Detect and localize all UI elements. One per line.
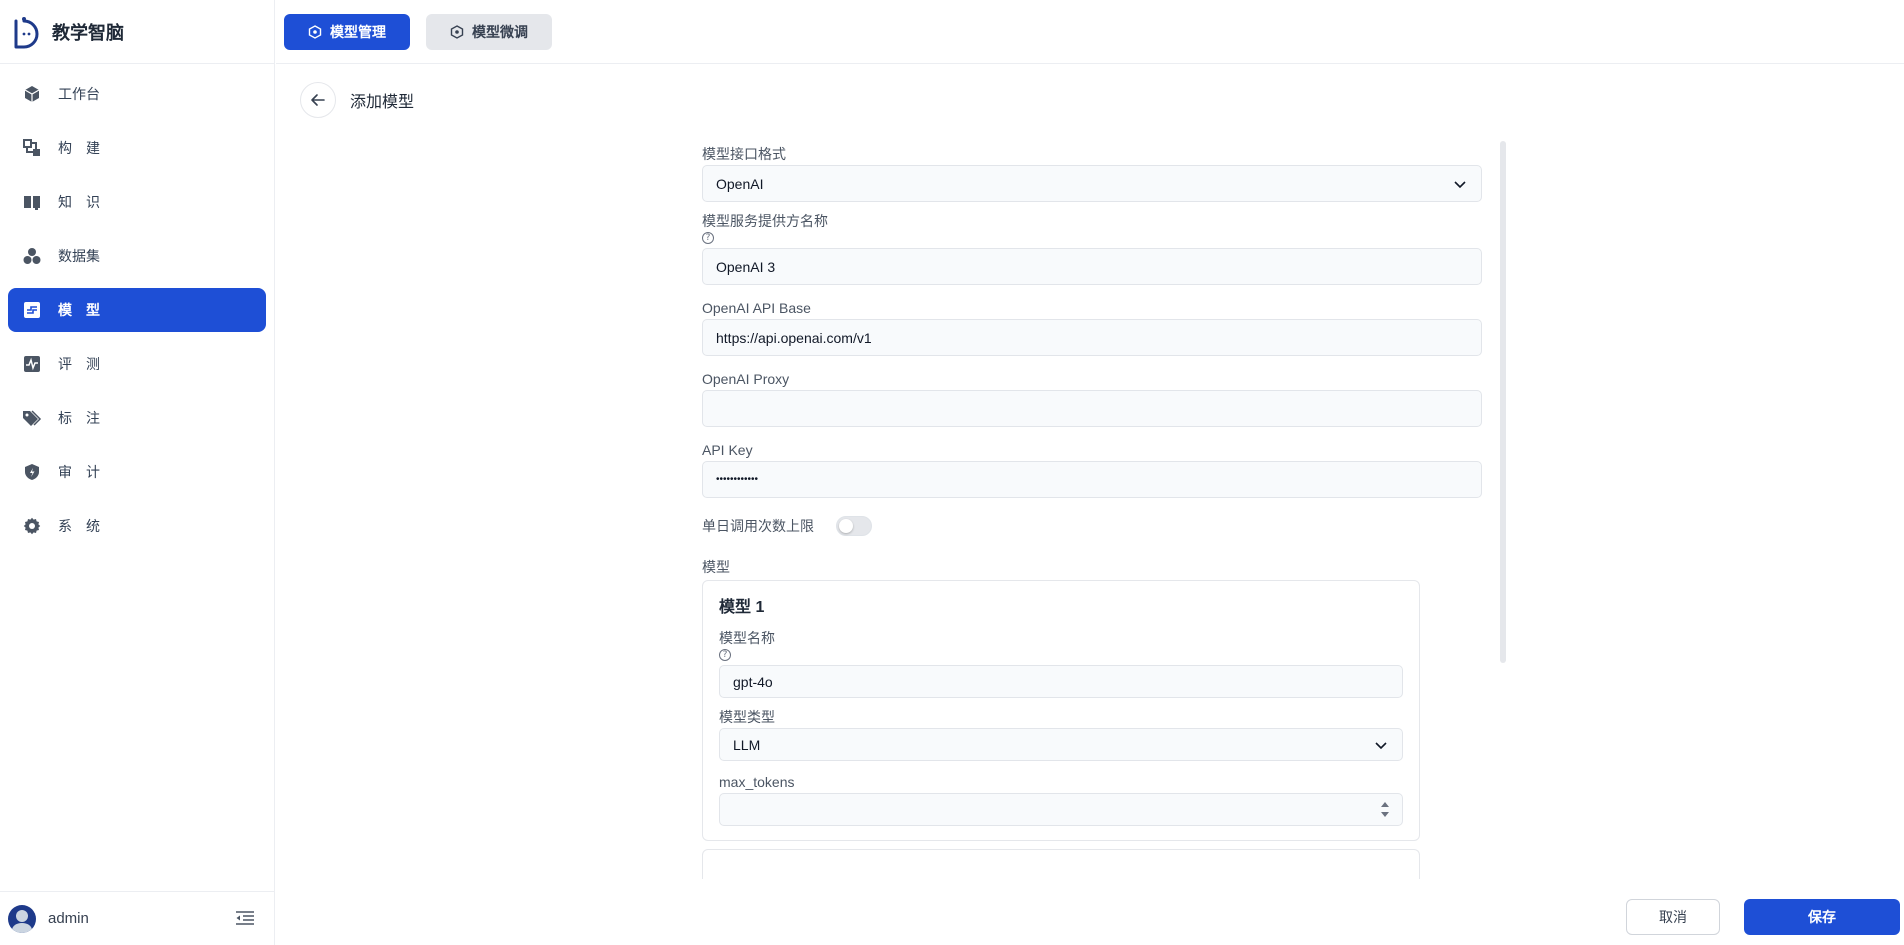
sidebar-item-label: 模 型 — [58, 302, 100, 318]
field-label: max_tokens — [719, 774, 795, 790]
sidebar-nav: 工作台 构 建 知 识 数据集 模 型 评 测 标 注 审 计 系 统 — [0, 64, 274, 548]
api-key-field: API Key •••••••••••• — [702, 439, 1482, 498]
models-section-label: 模型 — [702, 559, 730, 575]
avatar[interactable] — [8, 904, 36, 933]
cube-icon — [22, 84, 42, 104]
tab-label: 模型微调 — [472, 23, 528, 40]
api-base-field: OpenAI API Base https://api.openai.com/v… — [702, 297, 1482, 356]
field-label: API Key — [702, 442, 753, 458]
model-icon — [22, 300, 42, 320]
help-icon[interactable]: ? — [702, 232, 714, 244]
add-model-form: 模型接口格式 OpenAI 模型服务提供方名称 ? OpenAI 3 OpenA… — [702, 143, 1482, 929]
interface-format-field: 模型接口格式 OpenAI — [702, 143, 1482, 202]
provider-name-input[interactable]: OpenAI 3 — [702, 248, 1482, 285]
book-icon — [22, 192, 42, 212]
form-scrollbar[interactable] — [1500, 141, 1506, 663]
model-type-select[interactable]: LLM — [719, 728, 1403, 761]
top-bar: 模型管理 模型微调 — [276, 0, 1904, 64]
arrow-left-icon — [311, 94, 325, 106]
select-value: OpenAI — [716, 175, 764, 192]
sidebar-item-label: 系 统 — [58, 518, 100, 534]
user-panel: admin — [0, 891, 275, 945]
daily-limit-toggle[interactable] — [836, 516, 872, 536]
sidebar-item-audit[interactable]: 审 计 — [8, 450, 266, 494]
sidebar: 教学智脑 工作台 构 建 知 识 数据集 模 型 评 测 标 注 审 计 系 统… — [0, 0, 275, 945]
hexagon-icon — [308, 24, 322, 39]
cancel-button[interactable]: 取消 — [1626, 899, 1720, 935]
form-actions: 取消 保存 — [1626, 899, 1900, 935]
input-value: OpenAI 3 — [716, 258, 776, 275]
build-icon — [22, 138, 42, 158]
sidebar-item-label: 审 计 — [58, 464, 100, 480]
brand[interactable]: 教学智脑 — [0, 0, 274, 64]
chevron-down-icon — [1374, 738, 1388, 755]
api-base-input[interactable]: https://api.openai.com/v1 — [702, 319, 1482, 356]
main-content: 添加模型 模型接口格式 OpenAI 模型服务提供方名称 ? OpenAI 3 … — [276, 65, 1904, 945]
gear-icon — [22, 516, 42, 536]
model-card: 模型 1 模型名称 ? gpt-4o 模型类型 LLM max_tokens — [702, 580, 1420, 841]
field-label: OpenAI API Base — [702, 300, 811, 316]
tab-model-management[interactable]: 模型管理 — [284, 13, 410, 50]
daily-limit-row: 单日调用次数上限 — [702, 508, 1482, 544]
sidebar-item-system[interactable]: 系 统 — [8, 504, 266, 548]
sidebar-item-workbench[interactable]: 工作台 — [8, 72, 266, 116]
stepper-down-icon[interactable] — [1380, 811, 1390, 818]
tab-label: 模型管理 — [330, 23, 386, 40]
shield-icon — [22, 462, 42, 482]
field-label: 模型名称 — [719, 630, 775, 646]
proxy-field: OpenAI Proxy — [702, 368, 1482, 427]
app-logo-icon — [10, 13, 44, 51]
sidebar-item-build[interactable]: 构 建 — [8, 126, 266, 170]
sidebar-item-label: 知 识 — [58, 194, 100, 210]
model-card-title: 模型 1 — [719, 599, 765, 616]
stepper-up-icon[interactable] — [1380, 801, 1390, 808]
field-label: 模型接口格式 — [702, 146, 786, 162]
number-stepper[interactable] — [1380, 801, 1390, 818]
model-card-next — [702, 849, 1420, 879]
app-name: 教学智脑 — [52, 22, 124, 43]
sidebar-item-model[interactable]: 模 型 — [8, 288, 266, 332]
select-value: LLM — [733, 736, 761, 753]
field-label: 单日调用次数上限 — [702, 518, 814, 534]
user-name[interactable]: admin — [48, 910, 89, 927]
sidebar-item-evaluation[interactable]: 评 测 — [8, 342, 266, 386]
max-tokens-input[interactable] — [719, 793, 1403, 826]
field-label: 模型服务提供方名称 — [702, 213, 828, 229]
sidebar-item-label: 数据集 — [58, 248, 100, 264]
tab-model-finetune[interactable]: 模型微调 — [426, 13, 552, 50]
sidebar-item-label: 构 建 — [58, 140, 100, 156]
sidebar-item-label: 工作台 — [58, 86, 100, 102]
field-label: 模型类型 — [719, 709, 775, 725]
hexagon-icon — [450, 24, 464, 39]
help-icon[interactable]: ? — [719, 649, 731, 661]
collapse-menu-icon[interactable] — [235, 910, 255, 929]
sidebar-item-label: 评 测 — [58, 356, 100, 372]
provider-name-field: 模型服务提供方名称 ? OpenAI 3 — [702, 210, 1482, 285]
back-button[interactable] — [300, 82, 336, 118]
input-value: gpt-4o — [733, 673, 773, 690]
save-button[interactable]: 保存 — [1744, 899, 1900, 935]
sidebar-item-knowledge[interactable]: 知 识 — [8, 180, 266, 224]
sidebar-item-annotation[interactable]: 标 注 — [8, 396, 266, 440]
pulse-icon — [22, 354, 42, 374]
page-header: 添加模型 — [300, 82, 414, 118]
dataset-icon — [22, 246, 42, 266]
field-label: OpenAI Proxy — [702, 371, 790, 387]
input-value: •••••••••••• — [716, 474, 759, 485]
interface-format-select[interactable]: OpenAI — [702, 165, 1482, 202]
page-title: 添加模型 — [350, 94, 415, 111]
chevron-down-icon — [1453, 177, 1467, 194]
tag-icon — [22, 408, 42, 428]
sidebar-item-dataset[interactable]: 数据集 — [8, 234, 266, 278]
sidebar-item-label: 标 注 — [58, 410, 100, 426]
proxy-input[interactable] — [702, 390, 1482, 427]
input-value: https://api.openai.com/v1 — [716, 329, 872, 346]
model-name-input[interactable]: gpt-4o — [719, 665, 1403, 698]
api-key-input[interactable]: •••••••••••• — [702, 461, 1482, 498]
